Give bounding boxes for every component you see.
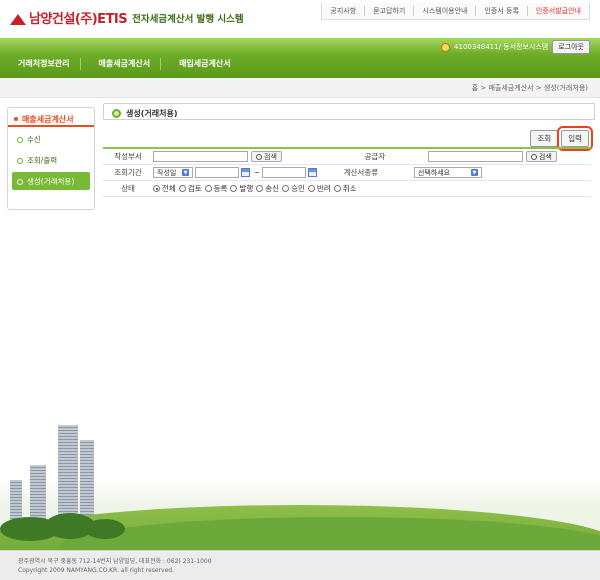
- background-scene: [0, 405, 600, 550]
- status-radio-reject[interactable]: 반려: [307, 183, 331, 194]
- user-info: 4100348411/ 동서정보시스템 로그아웃: [441, 40, 590, 54]
- status-label: 상태: [121, 184, 135, 193]
- logout-button[interactable]: 로그아웃: [552, 40, 590, 54]
- logo-subtitle: 전자세금계산서 발행 시스템: [132, 13, 244, 25]
- gear-icon: [112, 108, 121, 118]
- status-option-label: 발행: [239, 184, 254, 193]
- writer-dept-search-button[interactable]: 검색: [251, 151, 282, 162]
- page-title-bar: 생성(거래처용): [103, 103, 595, 120]
- search-icon: [256, 153, 262, 160]
- header: 남양건설(주)ETIS 전자세금계산서 발행 시스템 공지사항 묻고답하기 시스…: [0, 0, 600, 38]
- footer-copyright: Copyright 2009 NAMYANG.CO.KR. all right …: [18, 567, 174, 574]
- status-radio-send[interactable]: 송신: [256, 183, 279, 194]
- building-image: [30, 465, 46, 525]
- page-title: 생성(거래처용): [126, 108, 178, 118]
- supplier-label: 공급자: [364, 152, 386, 161]
- radio-button-checked[interactable]: [153, 185, 160, 192]
- radio-button[interactable]: [178, 185, 186, 192]
- calendar-icon[interactable]: [241, 168, 250, 177]
- chevron-down-icon: ▼: [470, 169, 478, 176]
- sidebar-item-view-print[interactable]: 조회/출력: [12, 151, 90, 169]
- status-radio-all[interactable]: 전체: [153, 183, 176, 194]
- building-image: [80, 440, 94, 525]
- supplier-input[interactable]: [427, 151, 523, 162]
- input-button[interactable]: 입력: [557, 126, 593, 151]
- nav-item-clients[interactable]: 거래처정보관리: [0, 58, 80, 70]
- status-radio-issue[interactable]: 발행: [230, 183, 253, 194]
- top-link-guide[interactable]: 시스템이용안내: [413, 6, 475, 16]
- supplier-search-button[interactable]: 검색: [525, 151, 557, 162]
- tree-image: [85, 519, 125, 539]
- user-icon: [441, 42, 451, 52]
- end-date-input[interactable]: [261, 167, 306, 178]
- nav-bar: 4100348411/ 동서정보시스템 로그아웃 거래처정보관리 매출세금계산서…: [0, 38, 600, 78]
- period-type-value: 작성일: [157, 168, 177, 177]
- radio-button[interactable]: [256, 185, 264, 192]
- top-link-cert-register[interactable]: 인증서 등록: [475, 6, 526, 16]
- breadcrumb-bar: 홈 > 매출세금계산서 > 생성(거래처용): [0, 78, 600, 98]
- form-row-3: 상태 전체 검토 등록 발행 송신 승인 반려 취소: [103, 181, 591, 197]
- sidebar-item-receive[interactable]: 수신: [12, 130, 90, 148]
- logo-mark-icon: [10, 11, 26, 25]
- search-button-label: 검색: [264, 152, 277, 161]
- nav-item-purchase-invoice[interactable]: 매입세금계산서: [160, 58, 241, 70]
- search-icon: [530, 153, 537, 160]
- radio-button[interactable]: [204, 185, 212, 192]
- sidebar-item-create[interactable]: 생성(거래처용): [12, 172, 90, 190]
- search-button[interactable]: 조회: [530, 130, 559, 147]
- calendar-icon[interactable]: [307, 168, 317, 177]
- status-radio-review[interactable]: 검토: [178, 183, 202, 194]
- sidebar: 매출세금계산서 수신 조회/출력 생성(거래처용): [7, 107, 95, 210]
- building-image: [58, 425, 78, 525]
- status-radio-approve[interactable]: 승인: [282, 183, 305, 194]
- period-type-select[interactable]: 작성일 ▼: [153, 167, 193, 178]
- footer: 광주광역시 북구 중흥동 712-14번지 남양빌딩, 대표전화 : 062) …: [0, 550, 600, 580]
- chevron-down-icon: ▼: [182, 169, 189, 176]
- search-button-label: 검색: [538, 152, 552, 161]
- footer-address: 광주광역시 북구 중흥동 712-14번지 남양빌딩, 대표전화 : 062) …: [18, 558, 212, 565]
- status-option-label: 등록: [213, 184, 228, 193]
- status-radio-cancel[interactable]: 취소: [333, 183, 357, 194]
- action-buttons: 조회 입력: [530, 126, 593, 151]
- form-row-2: 조회기간 작성일 ▼ ~ 계산서종류 선택하세요 ▼: [103, 165, 591, 181]
- search-form: 작성부서 검색 공급자 검색 조회기간 작성일 ▼ ~ 계산서종류 선택하세요 ▼ …: [103, 147, 591, 197]
- status-option-label: 전체: [162, 184, 176, 193]
- writer-dept-input[interactable]: [153, 151, 248, 162]
- invoice-type-select[interactable]: 선택하세요 ▼: [413, 167, 482, 178]
- top-link-notice[interactable]: 공지사항: [322, 6, 364, 16]
- nav-item-sales-invoice[interactable]: 매출세금계산서: [79, 58, 161, 70]
- top-link-cert-issue[interactable]: 인증서발급안내: [526, 6, 589, 16]
- status-option-label: 취소: [342, 184, 357, 193]
- status-option-label: 검토: [187, 184, 202, 193]
- top-link-qna[interactable]: 묻고답하기: [364, 6, 413, 16]
- invoice-type-label: 계산서종류: [343, 168, 379, 177]
- status-option-label: 승인: [291, 184, 305, 193]
- form-row-1: 작성부서 검색 공급자 검색: [103, 149, 591, 165]
- invoice-type-value: 선택하세요: [417, 168, 451, 177]
- user-info-text: 4100348411/ 동서정보시스템: [454, 43, 549, 51]
- logo-name: 남양건설(주)ETIS: [29, 12, 128, 27]
- logo[interactable]: 남양건설(주)ETIS 전자세금계산서 발행 시스템: [10, 8, 244, 27]
- start-date-input[interactable]: [195, 167, 239, 178]
- radio-button[interactable]: [307, 185, 315, 192]
- breadcrumb: 홈 > 매출세금계산서 > 생성(거래처용): [471, 84, 588, 92]
- sidebar-title: 매출세금계산서: [8, 108, 94, 127]
- status-radio-register[interactable]: 등록: [204, 183, 228, 194]
- radio-button[interactable]: [230, 185, 238, 192]
- top-links: 공지사항 묻고답하기 시스템이용안내 인증서 등록 인증서발급안내: [321, 3, 590, 20]
- period-label: 조회기간: [114, 168, 142, 177]
- date-range-tilde: ~: [254, 168, 260, 177]
- writer-dept-label: 작성부서: [114, 152, 142, 161]
- radio-button[interactable]: [282, 185, 290, 192]
- radio-button[interactable]: [333, 185, 341, 192]
- status-option-label: 송신: [265, 184, 280, 193]
- main-nav: 거래처정보관리 매출세금계산서 매입세금계산서: [0, 58, 241, 70]
- status-option-label: 반려: [316, 184, 331, 193]
